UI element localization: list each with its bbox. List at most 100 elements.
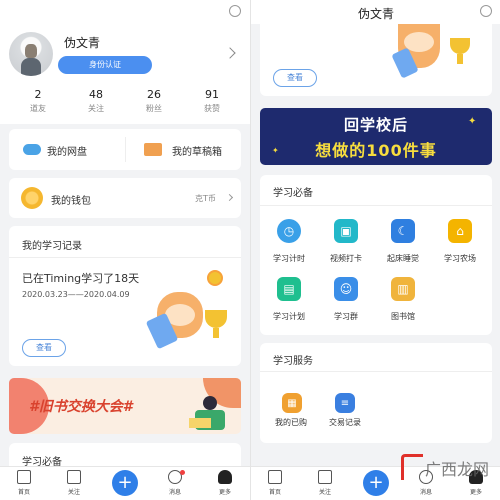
avatar[interactable]	[9, 32, 53, 76]
study-services-card: 学习服务 ▦ 我的已购 ≡ 交易记录	[260, 343, 492, 443]
grid-label: 学习农场	[444, 254, 476, 263]
follow-icon	[67, 470, 81, 484]
banner-line-2: 想做的100件事	[315, 141, 437, 160]
book-swap-banner[interactable]: #旧书交换大会#	[9, 378, 241, 434]
tab-messages-label: 消息	[168, 489, 181, 496]
moon-icon: ☾	[391, 219, 415, 243]
plus-icon: +	[368, 472, 384, 493]
grid-label: 学习计时	[273, 254, 305, 263]
record-illustration	[145, 268, 237, 352]
library-icon: ▥	[391, 277, 415, 301]
reader-illustration	[189, 396, 229, 430]
quick-entries-card: 我的网盘 我的草稿箱	[9, 129, 241, 170]
stat-label: 获赞	[204, 104, 220, 113]
folder-icon	[144, 143, 162, 156]
tab-follow[interactable]: 关注	[305, 470, 345, 496]
settings-icon[interactable]	[229, 5, 241, 17]
tab-more-label: 更多	[218, 489, 231, 496]
tab-follow-label: 关注	[67, 489, 80, 496]
home-icon	[268, 470, 282, 484]
record-illustration	[391, 24, 488, 84]
my-disk-button[interactable]: 我的网盘	[9, 129, 125, 170]
stat-label: 粉丝	[146, 104, 162, 113]
farm-icon: ⌂	[448, 219, 472, 243]
wallet-currency: 克T币	[195, 194, 216, 203]
grid-label: 学习计划	[273, 312, 305, 321]
stat-followers[interactable]: 26 粉丝	[132, 88, 176, 114]
profile-name: 伪文青	[64, 36, 101, 50]
bottom-tab-bar: 首页 关注 + 消息 更多	[0, 466, 250, 500]
tab-more-label: 更多	[469, 489, 482, 496]
record-summary: 已在Timing学习了18天	[22, 272, 140, 285]
view-record-button[interactable]: 查看	[22, 339, 66, 357]
record-date-range: 2020.03.23——2020.04.09	[22, 290, 130, 299]
verify-button[interactable]: 身份认证	[58, 56, 152, 74]
tab-follow[interactable]: 关注	[54, 470, 94, 496]
add-button[interactable]: +	[112, 470, 138, 496]
grid-label: 视频打卡	[330, 254, 362, 263]
purchased-icon: ▦	[282, 393, 302, 413]
grid-label: 我的已购	[275, 418, 307, 427]
chevron-right-icon	[225, 193, 234, 202]
tab-home-label: 首页	[17, 489, 30, 496]
stat-label: 关注	[88, 104, 104, 113]
stat-label: 道友	[30, 104, 46, 113]
grid-label: 交易记录	[329, 418, 361, 427]
divider	[9, 257, 241, 258]
profile-screen: 伪文青 身份认证 2 道友 48 关注 26 粉丝 91 获赞 我的网盘 我的草…	[0, 0, 250, 500]
profile-screen-scrolled: 伪文青 查看 回学校后 想做的100件事 ✦ ✦ 学习必备 ◷ 学习计时 ▣ 视…	[250, 0, 500, 500]
my-drafts-button[interactable]: 我的草稿箱	[126, 129, 241, 170]
wallet-row[interactable]: 我的钱包 克T币	[9, 178, 241, 218]
wallet-icon	[21, 187, 43, 209]
watermark-text: 广西龙网	[425, 460, 490, 479]
stat-value: 2	[34, 88, 42, 101]
stat-value: 91	[205, 88, 219, 101]
trophy-icon	[450, 38, 470, 54]
tab-messages-label: 消息	[419, 489, 432, 496]
clock-icon: ◷	[277, 219, 301, 243]
top-bar: 伪文青	[251, 0, 500, 24]
cloud-icon	[23, 144, 41, 155]
star-icon: ✦	[272, 146, 279, 155]
trophy-icon	[205, 310, 227, 328]
divider	[260, 371, 492, 372]
view-record-button[interactable]: 查看	[273, 69, 317, 87]
tab-home[interactable]: 首页	[4, 470, 44, 496]
my-disk-label: 我的网盘	[47, 147, 87, 158]
chevron-right-icon[interactable]	[224, 47, 236, 59]
study-essentials-card: 学习必备 ◷ 学习计时 ▣ 视频打卡 ☾ 起床睡觉 ⌂ 学习农场 ▤ 学习计划 …	[260, 175, 492, 335]
user-icon	[218, 470, 232, 484]
learning-record-title: 我的学习记录	[22, 241, 82, 252]
grid-label: 图书馆	[391, 312, 415, 321]
add-button[interactable]: +	[363, 470, 389, 496]
tab-more[interactable]: 更多	[205, 470, 245, 496]
tab-home[interactable]: 首页	[255, 470, 295, 496]
camera-icon: ▣	[334, 219, 358, 243]
plus-icon: +	[117, 472, 133, 493]
after-school-banner[interactable]: 回学校后 想做的100件事 ✦ ✦	[260, 108, 492, 165]
stat-value: 48	[89, 88, 103, 101]
watermark-logo	[401, 454, 423, 480]
grid-label: 学习群	[334, 312, 358, 321]
grid-label: 起床睡觉	[387, 254, 419, 263]
home-icon	[17, 470, 31, 484]
follow-icon	[318, 470, 332, 484]
profile-header: 伪文青 身份认证 2 道友 48 关注 26 粉丝 91 获赞	[0, 0, 250, 124]
study-essentials-title: 学习必备	[273, 188, 313, 199]
study-services-title: 学习服务	[273, 356, 313, 367]
tab-home-label: 首页	[268, 489, 281, 496]
plan-icon: ▤	[277, 277, 301, 301]
watermark: 广西龙网	[401, 452, 497, 482]
stat-likes[interactable]: 91 获赞	[190, 88, 234, 114]
my-drafts-label: 我的草稿箱	[172, 147, 222, 158]
stat-friends[interactable]: 2 道友	[16, 88, 60, 114]
star-icon: ✦	[468, 116, 477, 127]
tab-messages[interactable]: 消息	[155, 470, 195, 496]
learning-record-card-tail: 查看	[260, 24, 492, 96]
settings-icon[interactable]	[480, 5, 492, 17]
stat-following[interactable]: 48 关注	[74, 88, 118, 114]
banner-line-1: 回学校后	[343, 116, 408, 134]
unread-dot	[180, 470, 185, 475]
learning-record-card: 我的学习记录 已在Timing学习了18天 2020.03.23——2020.0…	[9, 226, 241, 366]
top-bar-title: 伪文青	[357, 7, 394, 21]
